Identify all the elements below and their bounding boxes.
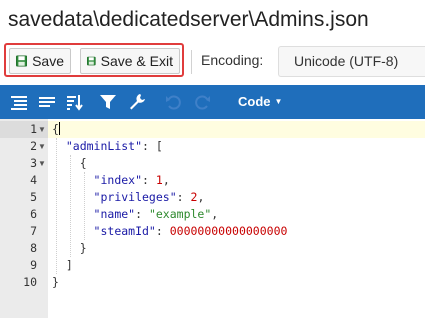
code-token: : [ — [142, 139, 163, 153]
code-token: , — [197, 190, 205, 204]
caret-down-icon: ▼ — [274, 97, 283, 106]
indent-guide — [70, 155, 71, 257]
code-token: 1 — [155, 173, 163, 187]
code-token: , — [162, 173, 170, 187]
line-number: 1 — [30, 122, 37, 136]
code-token: , — [211, 207, 219, 221]
compact-icon[interactable] — [38, 93, 56, 111]
mode-dropdown[interactable]: Code ▼ — [238, 94, 282, 109]
floppy-disk-icon — [16, 55, 28, 67]
code-line: "steamId": 00000000000000000 — [52, 223, 288, 240]
mode-label: Code — [238, 94, 271, 109]
code-line: "adminList": [ — [52, 138, 163, 155]
undo-icon — [166, 95, 181, 110]
active-line-highlight — [48, 121, 425, 138]
fold-toggle-icon[interactable]: ▼ — [38, 155, 46, 172]
line-number: 8 — [30, 241, 37, 255]
fold-toggle-icon[interactable]: ▼ — [38, 121, 46, 138]
line-number: 7 — [30, 224, 37, 238]
line-number: 4 — [30, 173, 37, 187]
line-number: 9 — [30, 258, 37, 272]
indent-guide — [84, 172, 85, 240]
code-editor[interactable]: 1 ▼{2 ▼ "adminList": [3 ▼ {4 "index": 1, 5 "… — [0, 119, 425, 318]
code-line: "name": "example", — [52, 206, 219, 223]
code-token: "name" — [93, 207, 136, 221]
indent-guide — [56, 138, 57, 274]
floppy-disk-icon — [87, 56, 96, 66]
toolbar-divider — [191, 50, 192, 74]
code-token: : — [142, 173, 156, 187]
code-token: : — [135, 207, 149, 221]
save-button[interactable]: Save — [9, 48, 71, 74]
code-token: "privileges" — [93, 190, 177, 204]
code-line: "privileges": 2, — [52, 189, 205, 206]
save-and-exit-button[interactable]: Save & Exit — [80, 48, 180, 74]
line-number: 10 — [23, 275, 37, 289]
code-token: "example" — [148, 207, 212, 221]
toolbar: Save Save & Exit Encoding: Unicode (UTF-… — [0, 40, 425, 82]
code-token: : — [176, 190, 191, 204]
code-token: } — [52, 275, 59, 289]
repair-icon[interactable] — [128, 93, 146, 111]
editor-menubar: Code ▼ — [0, 85, 425, 119]
line-number: 3 — [30, 156, 37, 170]
code-line: } — [52, 274, 59, 291]
sort-icon[interactable] — [66, 93, 84, 111]
code-line: { — [52, 121, 60, 138]
code-token: : — [155, 224, 170, 238]
format-icon[interactable] — [10, 93, 28, 111]
save-and-exit-button-label: Save & Exit — [100, 53, 173, 69]
code-token: "adminList" — [65, 139, 143, 153]
filter-icon[interactable] — [99, 93, 117, 111]
fold-toggle-icon[interactable]: ▼ — [38, 138, 46, 155]
code-token: "steamId" — [93, 224, 156, 238]
line-number: 2 — [30, 139, 37, 153]
redo-icon — [195, 95, 210, 110]
encoding-label: Encoding: — [201, 52, 264, 68]
code-token: "index" — [93, 173, 143, 187]
save-button-label: Save — [32, 53, 64, 69]
encoding-select[interactable]: Unicode (UTF-8) — [278, 46, 425, 77]
code-token: { — [52, 122, 59, 136]
window-title: savedata\dedicatedserver\Admins.json — [8, 8, 369, 31]
code-token: 00000000000000000 — [169, 224, 288, 238]
line-number: 5 — [30, 190, 37, 204]
line-number: 6 — [30, 207, 37, 221]
text-cursor — [58, 122, 60, 135]
